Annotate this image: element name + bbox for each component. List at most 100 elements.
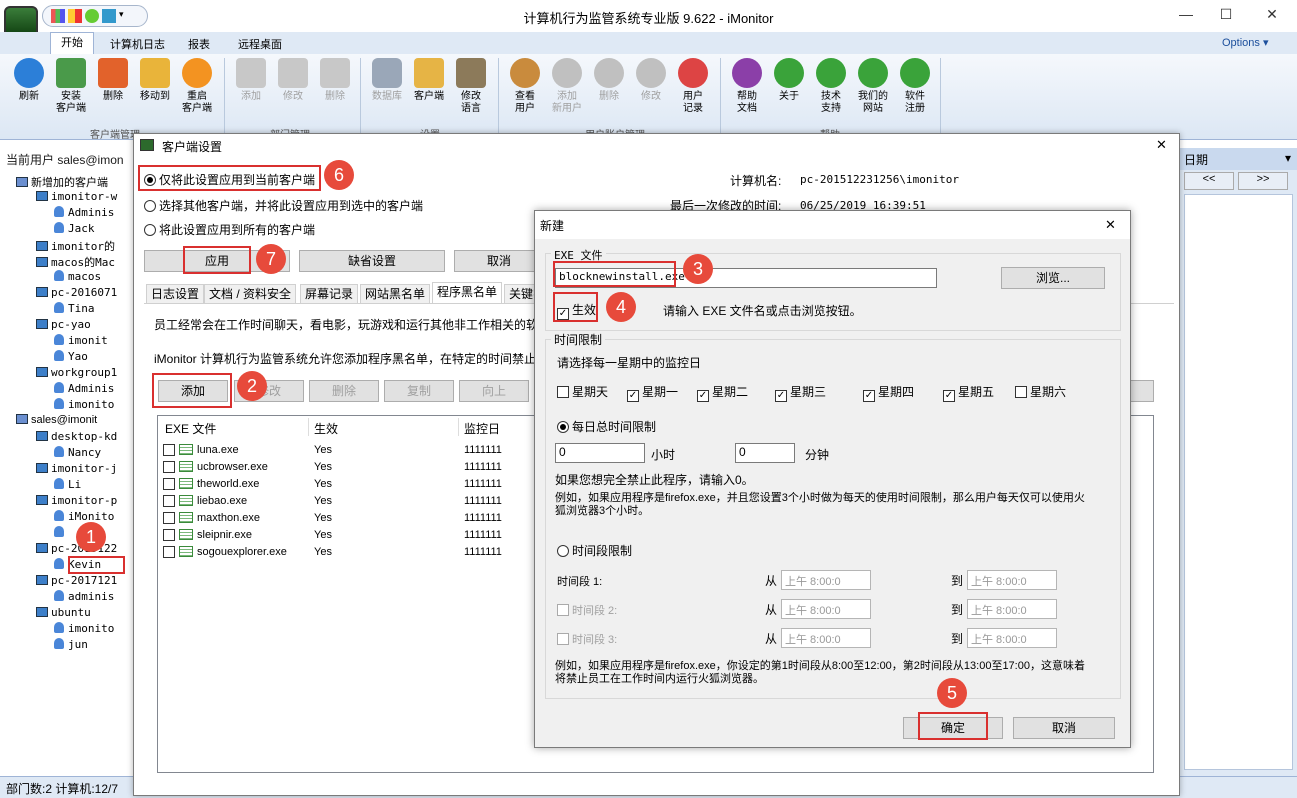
weekday-checkbox[interactable]: 星期天	[557, 383, 608, 400]
date-list[interactable]	[1184, 194, 1293, 770]
tree-user-item[interactable]: macos	[54, 270, 101, 283]
tree-computer-item[interactable]: macos的Mac	[36, 254, 115, 270]
tree-user-item[interactable]: Adminis	[54, 206, 114, 219]
client-tree[interactable]: 新增加的客户端 imonitor-w Adminis Jack imonitor的 mac…	[0, 168, 133, 776]
chevron-down-icon[interactable]: ▾	[1285, 151, 1291, 165]
maximize-button[interactable]: ☐	[1216, 6, 1236, 26]
period-3-from-input[interactable]: 上午 8:00:0	[781, 628, 871, 648]
weekday-checkbox[interactable]: ✓ 星期三	[775, 383, 826, 402]
minimize-button[interactable]: —	[1176, 6, 1196, 26]
checkbox-icon[interactable]	[163, 444, 175, 456]
column-header-days[interactable]: 监控日	[464, 420, 500, 437]
help-doc-button[interactable]: 帮助 文档	[726, 58, 768, 115]
copy-button[interactable]: 复制	[384, 380, 454, 402]
tree-user-item[interactable]	[54, 526, 68, 539]
tree-computer-item[interactable]: imonitor的	[36, 238, 115, 254]
prev-button[interactable]: <<	[1184, 172, 1234, 190]
period-1-to-input[interactable]: 上午 8:00:0	[967, 570, 1057, 590]
cancel-button[interactable]: 取消	[454, 250, 544, 272]
about-button[interactable]: 关于	[768, 58, 810, 103]
edit-dept-button[interactable]: 修改	[272, 58, 314, 103]
delete-client-button[interactable]: 删除	[92, 58, 134, 103]
tree-group-item[interactable]: sales@imonit	[16, 414, 97, 426]
tree-computer-item[interactable]: ubuntu	[36, 606, 91, 619]
tree-computer-item[interactable]: pc-yao	[36, 318, 91, 331]
checkbox-icon[interactable]	[163, 461, 175, 473]
radio-period-limit[interactable]: 时间段限制	[557, 542, 632, 559]
tree-user-item[interactable]: Tina	[54, 302, 95, 315]
minutes-input[interactable]: 0	[735, 443, 795, 463]
tab-remote-desktop[interactable]: 远程桌面	[238, 36, 282, 52]
weekday-checkbox[interactable]: ✓ 星期二	[697, 383, 748, 402]
tree-user-item[interactable]: Adminis	[54, 382, 114, 395]
tree-user-item[interactable]: jun	[54, 638, 88, 651]
tree-computer-item[interactable]: imonitor-p	[36, 494, 117, 507]
period-3-checkbox[interactable]: 时间段 3:	[557, 631, 617, 647]
delete-user-button[interactable]: 删除	[588, 58, 630, 103]
refresh-button[interactable]: 刷新	[8, 58, 50, 103]
tree-group-item[interactable]: 新增加的客户端	[16, 174, 108, 190]
tree-user-item[interactable]: imonito	[54, 622, 114, 635]
register-button[interactable]: 软件 注册	[894, 58, 936, 115]
tree-user-item[interactable]: Jack	[54, 222, 95, 235]
tree-user-item[interactable]: imonito	[54, 398, 114, 411]
radio-apply-selected[interactable]: 选择其他客户端，并将此设置应用到选中的客户端	[144, 197, 423, 214]
cancel-button[interactable]: 取消	[1013, 717, 1115, 739]
hours-input[interactable]: 0	[555, 443, 645, 463]
tab-reports[interactable]: 报表	[188, 36, 210, 52]
tree-user-item[interactable]: Yao	[54, 350, 88, 363]
view-users-button[interactable]: 查看 用户	[504, 58, 546, 115]
tree-computer-item[interactable]: desktop-kd	[36, 430, 117, 443]
edit-user-button[interactable]: 修改	[630, 58, 672, 103]
change-language-button[interactable]: 修改 语言	[450, 58, 492, 115]
weekday-checkbox[interactable]: 星期六	[1015, 383, 1066, 400]
tab-document-security[interactable]: 文档 / 资料安全	[204, 284, 297, 304]
tech-support-button[interactable]: 技术 支持	[810, 58, 852, 115]
default-settings-button[interactable]: 缺省设置	[299, 250, 445, 272]
checkbox-icon[interactable]	[163, 546, 175, 558]
tab-screen-record[interactable]: 屏幕记录	[300, 284, 359, 304]
weekday-checkbox[interactable]: ✓ 星期五	[943, 383, 994, 402]
user-log-button[interactable]: 用户 记录	[672, 58, 714, 115]
radio-apply-all[interactable]: 将此设置应用到所有的客户端	[144, 221, 315, 238]
checkbox-icon[interactable]	[163, 495, 175, 507]
add-dept-button[interactable]: 添加	[230, 58, 272, 103]
period-2-checkbox[interactable]: 时间段 2:	[557, 602, 617, 618]
period-1-from-input[interactable]: 上午 8:00:0	[781, 570, 871, 590]
next-button[interactable]: >>	[1238, 172, 1288, 190]
tree-user-item[interactable]: imonit	[54, 334, 108, 347]
weekday-checkbox[interactable]: ✓ 星期四	[863, 383, 914, 402]
tree-user-item[interactable]: iMonito	[54, 510, 114, 523]
tab-start[interactable]: 开始	[50, 32, 94, 54]
checkbox-icon[interactable]	[163, 529, 175, 541]
restart-client-button[interactable]: 重启 客户端	[176, 58, 218, 115]
install-client-button[interactable]: 安装 客户端	[50, 58, 92, 115]
move-to-button[interactable]: 移动到	[134, 58, 176, 103]
move-up-button[interactable]: 向上	[459, 380, 529, 402]
tab-log-settings[interactable]: 日志设置	[146, 284, 205, 304]
checkbox-icon[interactable]	[163, 478, 175, 490]
client-settings-button[interactable]: 客户端	[408, 58, 450, 103]
database-button[interactable]: 数据库	[366, 58, 408, 103]
tree-computer-item[interactable]: pc-2016071	[36, 286, 117, 299]
close-button[interactable]: ✕	[1105, 217, 1116, 233]
options-menu[interactable]: Options ▾	[1222, 36, 1269, 49]
radio-daily-total[interactable]: 每日总时间限制	[557, 418, 656, 435]
tab-computer-log[interactable]: 计算机日志	[110, 36, 165, 52]
tree-computer-item[interactable]: pc-2015122	[36, 542, 117, 555]
weekday-checkbox[interactable]: ✓ 星期一	[627, 383, 678, 402]
tab-website-blacklist[interactable]: 网站黑名单	[360, 284, 431, 304]
column-header-enabled[interactable]: 生效	[314, 420, 338, 437]
add-user-button[interactable]: 添加 新用户	[546, 58, 588, 115]
delete-button[interactable]: 删除	[309, 380, 379, 402]
close-button[interactable]: ✕	[1262, 6, 1282, 26]
period-2-from-input[interactable]: 上午 8:00:0	[781, 599, 871, 619]
period-2-to-input[interactable]: 上午 8:00:0	[967, 599, 1057, 619]
checkbox-icon[interactable]	[163, 512, 175, 524]
browse-button[interactable]: 浏览...	[1001, 267, 1105, 289]
website-button[interactable]: 我们的 网站	[852, 58, 894, 115]
column-header-exe[interactable]: EXE 文件	[165, 420, 216, 437]
tree-computer-item[interactable]: workgroup1	[36, 366, 117, 379]
tree-user-item[interactable]: Nancy	[54, 446, 101, 459]
tree-user-item[interactable]: Li	[54, 478, 81, 491]
